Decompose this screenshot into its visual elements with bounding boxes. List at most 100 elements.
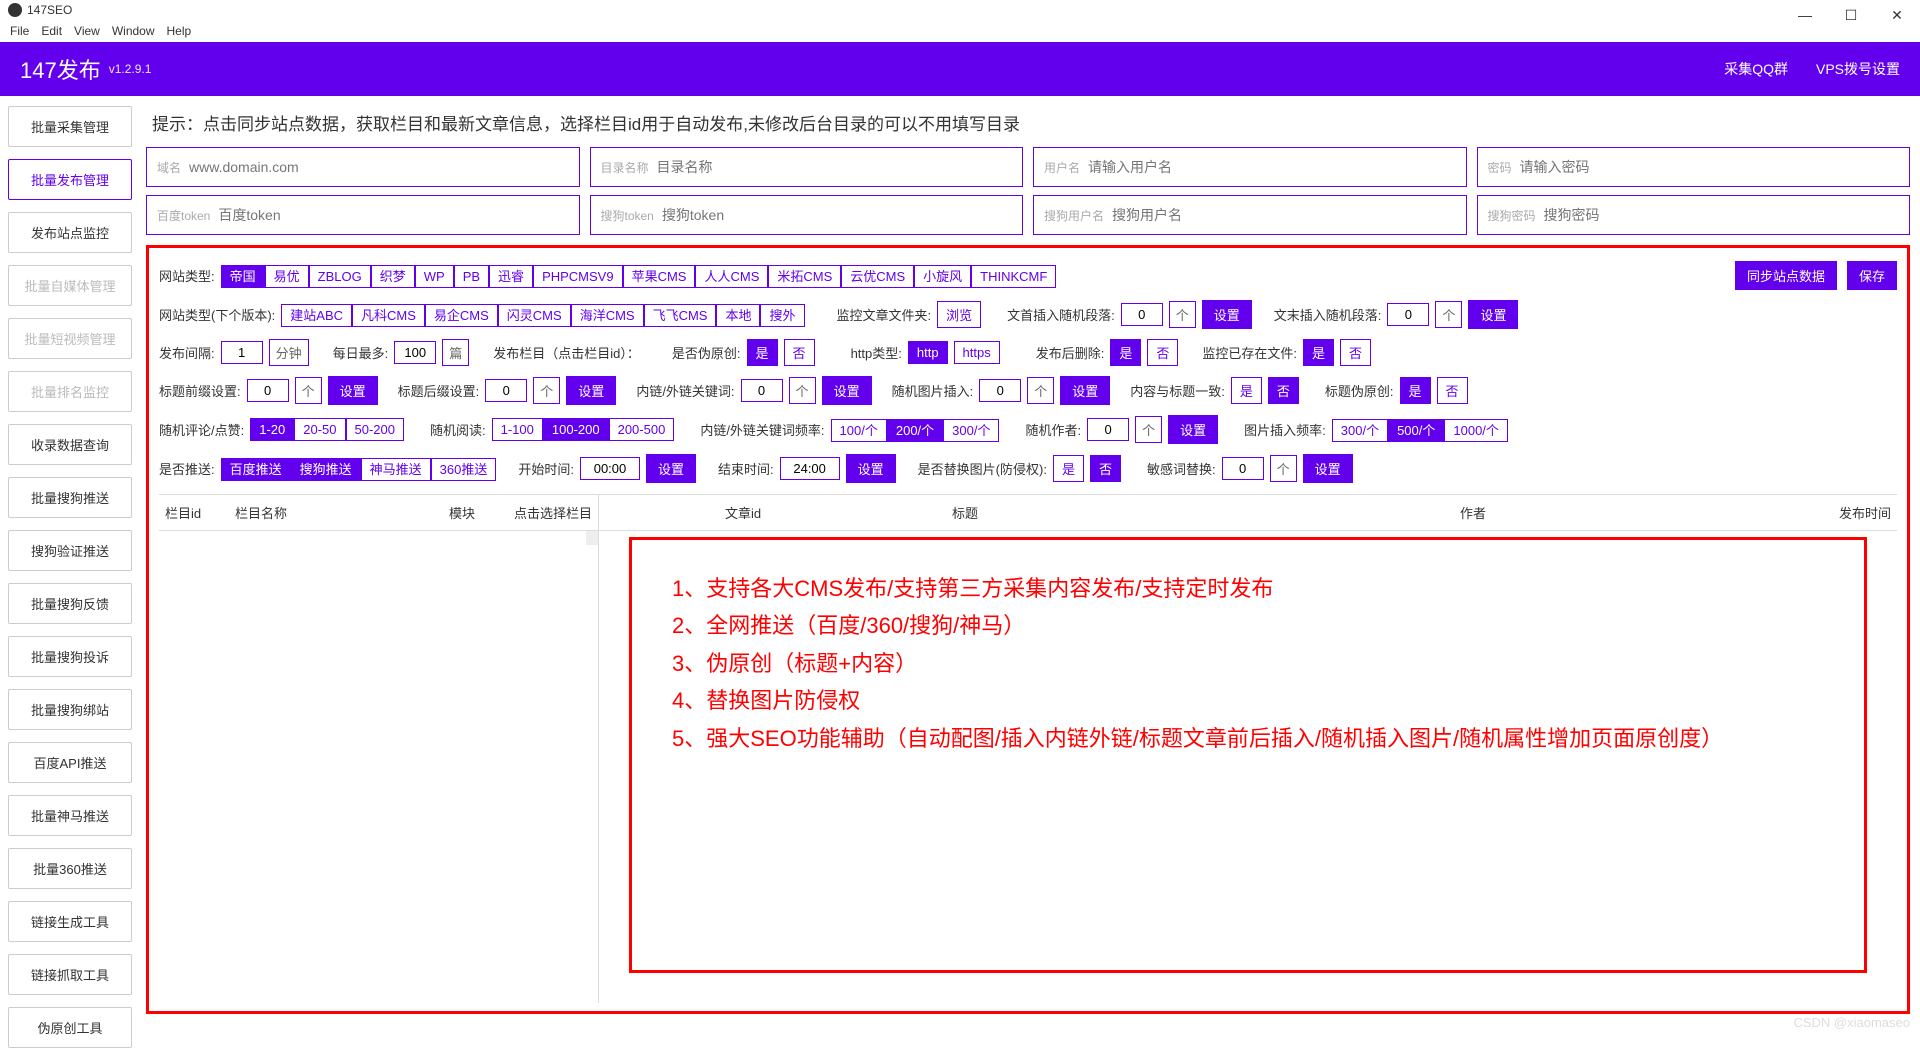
menu-help[interactable]: Help [167,24,192,38]
scroll-indicator[interactable] [586,531,598,545]
replace-no[interactable]: 否 [1090,455,1121,482]
sens-set[interactable]: 设置 [1303,454,1353,483]
sync-button[interactable]: 同步站点数据 [1735,261,1837,290]
end-input[interactable] [780,457,840,480]
menu-edit[interactable]: Edit [41,24,62,38]
push-option-0[interactable]: 百度推送 [221,458,291,481]
sidebar-item-2[interactable]: 发布站点监控 [8,212,132,253]
next-ver-option-1[interactable]: 凡科CMS [352,304,425,327]
kwfreq-option-0[interactable]: 100/个 [831,419,887,442]
comment-option-0[interactable]: 1-20 [250,418,294,441]
https-option[interactable]: https [954,341,1000,364]
field-user[interactable]: 用户名 [1033,147,1467,187]
sens-input[interactable] [1222,457,1264,480]
read-option-1[interactable]: 100-200 [543,418,609,441]
sidebar-item-5[interactable]: 批量排名监控 [8,371,132,412]
daily-input[interactable] [394,341,436,364]
dir-input[interactable] [657,159,1012,175]
baidu-token-input[interactable] [218,207,568,223]
field-sogou-token[interactable]: 搜狗token [590,195,1024,235]
field-dir[interactable]: 目录名称 [590,147,1024,187]
sidebar-item-6[interactable]: 收录数据查询 [8,424,132,465]
interval-input[interactable] [221,341,263,364]
next-ver-option-0[interactable]: 建站ABC [281,304,352,327]
sidebar-item-9[interactable]: 批量搜狗反馈 [8,583,132,624]
tail-insert-input[interactable] [1387,303,1429,326]
site-type-option-7[interactable]: PHPCMSV9 [533,265,623,288]
save-button[interactable]: 保存 [1847,261,1897,290]
next-ver-option-6[interactable]: 本地 [716,304,760,327]
comment-option-1[interactable]: 20-50 [294,418,345,441]
site-type-option-12[interactable]: 小旋风 [914,265,971,288]
suffix-input[interactable] [485,379,527,402]
site-type-option-6[interactable]: 迅睿 [489,265,533,288]
browse-button[interactable]: 浏览 [937,301,981,328]
kw-set[interactable]: 设置 [822,376,872,405]
sidebar-item-0[interactable]: 批量采集管理 [8,106,132,147]
push-option-1[interactable]: 搜狗推送 [291,458,361,481]
push-option-2[interactable]: 神马推送 [361,458,431,481]
sidebar-item-12[interactable]: 百度API推送 [8,742,132,783]
sidebar-item-1[interactable]: 批量发布管理 [8,159,132,200]
sogou-pwd-input[interactable] [1544,207,1899,223]
sogou-user-input[interactable] [1112,207,1455,223]
img-input[interactable] [979,379,1021,402]
del-yes[interactable]: 是 [1110,339,1141,366]
link-vps-settings[interactable]: VPS拨号设置 [1816,59,1900,79]
close-button[interactable]: ✕ [1874,0,1920,30]
start-set[interactable]: 设置 [646,454,696,483]
del-no[interactable]: 否 [1147,339,1178,366]
kw-input[interactable] [741,379,783,402]
sidebar-item-11[interactable]: 批量搜狗绑站 [8,689,132,730]
field-baidu-token[interactable]: 百度token [146,195,580,235]
domain-input[interactable] [189,159,568,175]
kwfreq-option-1[interactable]: 200/个 [887,419,943,442]
fake-yes[interactable]: 是 [747,339,778,366]
field-pwd[interactable]: 密码 [1477,147,1911,187]
same-yes[interactable]: 是 [1231,377,1262,404]
head-insert-set[interactable]: 设置 [1202,300,1252,329]
site-type-option-3[interactable]: 织梦 [371,265,415,288]
sidebar-item-4[interactable]: 批量短视频管理 [8,318,132,359]
sidebar-item-16[interactable]: 链接抓取工具 [8,954,132,995]
site-type-option-10[interactable]: 米拓CMS [768,265,841,288]
next-ver-option-7[interactable]: 搜外 [760,304,804,327]
site-type-option-1[interactable]: 易优 [265,265,309,288]
site-type-option-2[interactable]: ZBLOG [309,265,371,288]
next-ver-option-2[interactable]: 易企CMS [425,304,498,327]
sidebar-item-3[interactable]: 批量自媒体管理 [8,265,132,306]
maximize-button[interactable]: ☐ [1828,0,1874,30]
site-type-option-13[interactable]: THINKCMF [971,265,1056,288]
tfake-yes[interactable]: 是 [1400,377,1431,404]
fake-no[interactable]: 否 [784,339,815,366]
same-no[interactable]: 否 [1268,377,1299,404]
sidebar-item-10[interactable]: 批量搜狗投诉 [8,636,132,677]
comment-option-2[interactable]: 50-200 [346,418,404,441]
pwd-input[interactable] [1520,159,1899,175]
read-option-2[interactable]: 200-500 [609,418,675,441]
user-input[interactable] [1088,159,1455,175]
sidebar-item-17[interactable]: 伪原创工具 [8,1007,132,1048]
site-type-option-0[interactable]: 帝国 [221,265,265,288]
site-type-option-9[interactable]: 人人CMS [695,265,768,288]
tail-insert-set[interactable]: 设置 [1468,300,1518,329]
imgfreq-option-0[interactable]: 300/个 [1332,419,1388,442]
exist-no[interactable]: 否 [1340,339,1371,366]
imgfreq-option-1[interactable]: 500/个 [1388,419,1444,442]
field-sogou-user[interactable]: 搜狗用户名 [1033,195,1467,235]
menu-view[interactable]: View [74,24,100,38]
sidebar-item-8[interactable]: 搜狗验证推送 [8,530,132,571]
link-qq-group[interactable]: 采集QQ群 [1724,59,1788,79]
next-ver-option-3[interactable]: 闪灵CMS [498,304,571,327]
imgfreq-option-2[interactable]: 1000/个 [1444,419,1508,442]
start-input[interactable] [580,457,640,480]
minimize-button[interactable]: — [1782,0,1828,30]
site-type-option-5[interactable]: PB [454,265,489,288]
menu-file[interactable]: File [10,24,29,38]
prefix-input[interactable] [247,379,289,402]
author-input[interactable] [1087,418,1129,441]
field-sogou-pwd[interactable]: 搜狗密码 [1477,195,1911,235]
img-set[interactable]: 设置 [1060,376,1110,405]
sidebar-item-7[interactable]: 批量搜狗推送 [8,477,132,518]
push-option-3[interactable]: 360推送 [431,458,497,481]
